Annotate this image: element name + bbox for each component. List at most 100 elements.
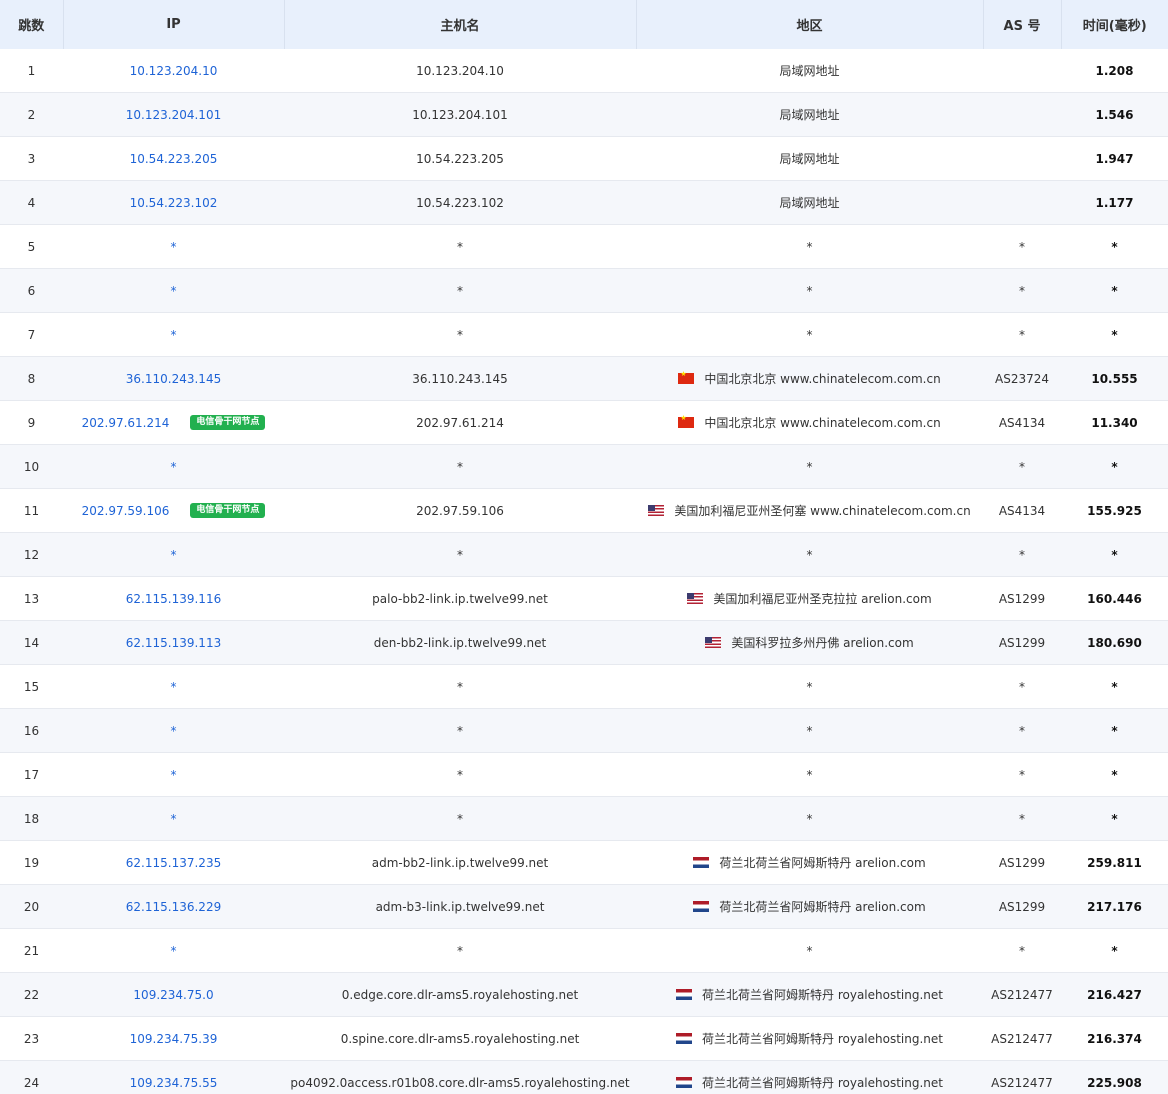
table-row: 8 36.110.243.145 36.110.243.145 中国北京北京 www.… [0, 356, 1168, 401]
as-number: * [983, 664, 1061, 709]
hop-number: 16 [0, 708, 63, 753]
ip-link[interactable]: * [171, 812, 177, 826]
hop-number: 11 [0, 488, 63, 533]
table-row: 22 109.234.75.0 0.edge.core.dlr-ams5.royal… [0, 972, 1168, 1017]
region-cell: 荷兰北荷兰省阿姆斯特丹 royalehosting.net [636, 1016, 983, 1061]
ip-link[interactable]: * [171, 548, 177, 562]
table-row: 14 62.115.139.113 den-bb2-link.ip.twelve99… [0, 620, 1168, 665]
latency-ms: 259.811 [1061, 840, 1168, 885]
region-text: 美国加利福尼亚州圣何塞 www.chinatelecom.com.cn [674, 504, 971, 518]
region-text: * [806, 239, 813, 254]
latency-ms: * [1061, 752, 1168, 797]
region-cell: * [636, 444, 983, 489]
ip-link[interactable]: * [171, 284, 177, 298]
region-text: 美国加利福尼亚州圣克拉拉 arelion.com [713, 592, 932, 606]
hostname: adm-b3-link.ip.twelve99.net [284, 884, 636, 929]
region-cell: 局域网地址 [636, 92, 983, 137]
table-row: 13 62.115.139.116 palo-bb2-link.ip.twelve9… [0, 576, 1168, 621]
ip-link[interactable]: 10.123.204.101 [126, 108, 221, 122]
region-text: * [806, 547, 813, 562]
ip-wrapper: * [171, 724, 177, 738]
latency-ms: 1.546 [1061, 92, 1168, 137]
ip-link[interactable]: 109.234.75.0 [133, 988, 213, 1002]
region-cell: * [636, 796, 983, 841]
ip-link[interactable]: * [171, 680, 177, 694]
ip-link[interactable]: 62.115.139.113 [126, 636, 221, 650]
region-text: * [806, 327, 813, 342]
us-flag-icon [687, 593, 704, 604]
region-cell: 荷兰北荷兰省阿姆斯特丹 arelion.com [636, 840, 983, 885]
ip-cell: 109.234.75.39 [63, 1016, 284, 1061]
table-row: 15 * * * * * [0, 664, 1168, 709]
table-row: 23 109.234.75.39 0.spine.core.dlr-ams5.roy… [0, 1016, 1168, 1061]
ip-link[interactable]: * [171, 460, 177, 474]
ip-wrapper: 10.54.223.205 [130, 152, 218, 166]
hostname: * [284, 664, 636, 709]
region-cell: 局域网地址 [636, 136, 983, 181]
ip-link[interactable]: * [171, 328, 177, 342]
region-text: * [806, 767, 813, 782]
hop-number: 13 [0, 576, 63, 621]
region-text: * [806, 283, 813, 298]
ip-link[interactable]: * [171, 944, 177, 958]
latency-ms: 225.908 [1061, 1060, 1168, 1094]
region-text: 荷兰北荷兰省阿姆斯特丹 royalehosting.net [702, 1076, 943, 1090]
hostname: 36.110.243.145 [284, 356, 636, 401]
region-cell: 中国北京北京 www.chinatelecom.com.cn [636, 356, 983, 401]
region-cell: 荷兰北荷兰省阿姆斯特丹 royalehosting.net [636, 972, 983, 1017]
latency-ms: * [1061, 444, 1168, 489]
ip-link[interactable]: 202.97.59.106 [82, 504, 170, 518]
ip-cell: 10.54.223.102 [63, 180, 284, 225]
as-number: AS4134 [983, 400, 1061, 445]
ip-wrapper: * [171, 548, 177, 562]
ip-link[interactable]: 109.234.75.39 [130, 1032, 218, 1046]
ip-wrapper: 62.115.139.113 [126, 636, 221, 650]
cn-flag-icon [678, 414, 695, 428]
hostname: 10.54.223.102 [284, 180, 636, 225]
region-cell: 美国科罗拉多州丹佛 arelion.com [636, 620, 983, 665]
hostname: 0.edge.core.dlr-ams5.royalehosting.net [284, 972, 636, 1017]
table-row: 24 109.234.75.55 po4092.0access.r01b08.cor… [0, 1060, 1168, 1094]
region-cell: 局域网地址 [636, 180, 983, 225]
ip-cell: * [63, 268, 284, 313]
ip-link[interactable]: 10.54.223.102 [130, 196, 218, 210]
as-number: AS1299 [983, 884, 1061, 929]
region-cell: * [636, 708, 983, 753]
ip-wrapper: 109.234.75.55 [130, 1076, 218, 1090]
ip-wrapper: 10.123.204.101 [126, 108, 221, 122]
as-number: AS4134 [983, 488, 1061, 533]
ip-cell: 10.54.223.205 [63, 136, 284, 181]
ip-cell: 62.115.139.116 [63, 576, 284, 621]
ip-wrapper: 62.115.139.116 [126, 592, 221, 606]
ip-link[interactable]: 62.115.139.116 [126, 592, 221, 606]
ip-link[interactable]: 10.54.223.205 [130, 152, 218, 166]
ip-link[interactable]: 36.110.243.145 [126, 372, 221, 386]
latency-ms: 216.374 [1061, 1016, 1168, 1061]
region-text: 荷兰北荷兰省阿姆斯特丹 arelion.com [719, 900, 926, 914]
hostname: * [284, 928, 636, 973]
ip-link[interactable]: 62.115.136.229 [126, 900, 221, 914]
ip-link[interactable]: 109.234.75.55 [130, 1076, 218, 1090]
region-cell: 美国加利福尼亚州圣克拉拉 arelion.com [636, 576, 983, 621]
ip-cell: * [63, 708, 284, 753]
as-number: * [983, 224, 1061, 269]
table-row: 2 10.123.204.101 10.123.204.101 局域网地址 1.546 [0, 92, 1168, 137]
ip-link[interactable]: 62.115.137.235 [126, 856, 221, 870]
latency-ms: 11.340 [1061, 400, 1168, 445]
ip-link[interactable]: * [171, 768, 177, 782]
ip-cell: * [63, 752, 284, 797]
ip-link[interactable]: 10.123.204.10 [130, 64, 218, 78]
ip-link[interactable]: * [171, 724, 177, 738]
hostname: * [284, 708, 636, 753]
region-text: 局域网地址 [779, 108, 840, 122]
as-number: * [983, 312, 1061, 357]
hop-number: 18 [0, 796, 63, 841]
hop-number: 22 [0, 972, 63, 1017]
ip-link[interactable]: 202.97.61.214 [82, 416, 170, 430]
ip-link[interactable]: * [171, 240, 177, 254]
region-text: 中国北京北京 www.chinatelecom.com.cn [704, 372, 941, 386]
region-text: * [806, 811, 813, 826]
hop-number: 21 [0, 928, 63, 973]
region-cell: * [636, 268, 983, 313]
column-header-time: 时间(毫秒) [1061, 0, 1168, 49]
